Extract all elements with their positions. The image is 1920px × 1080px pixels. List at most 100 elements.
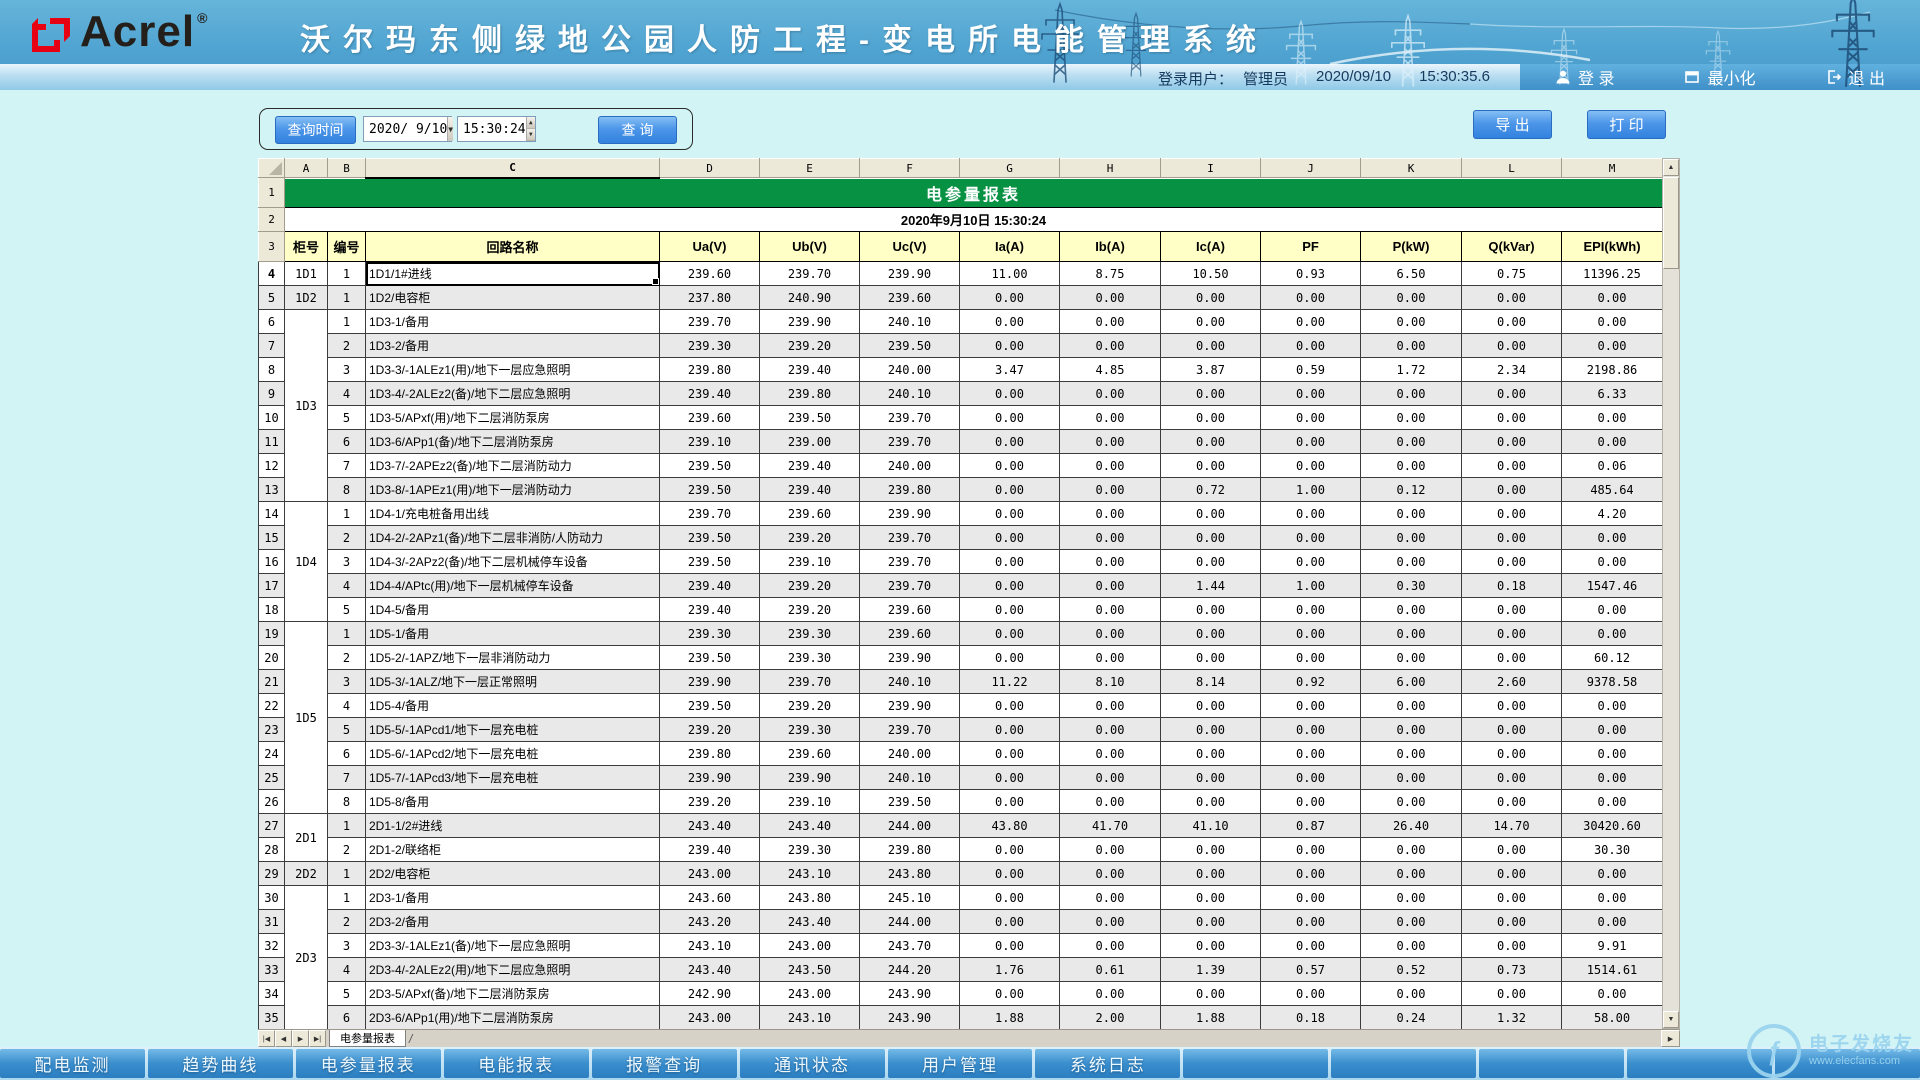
cell[interactable]: 0.00	[1060, 406, 1161, 430]
cell[interactable]: 0.00	[960, 982, 1060, 1006]
cell[interactable]: 0.00	[1261, 526, 1361, 550]
circuit-no-cell[interactable]: 5	[328, 598, 366, 622]
cell[interactable]: 0.00	[1261, 382, 1361, 406]
cell[interactable]: 239.50	[660, 694, 760, 718]
column-title-cell[interactable]: Ib(A)	[1060, 232, 1161, 262]
cell[interactable]: 1.00	[1261, 478, 1361, 502]
cell[interactable]: 0.00	[1562, 550, 1663, 574]
cell[interactable]: 0.00	[1462, 622, 1562, 646]
cell[interactable]: 239.50	[660, 526, 760, 550]
circuit-no-cell[interactable]: 1	[328, 310, 366, 334]
circuit-name-cell[interactable]: 1D3-3/-1ALEz1(用)/地下一层应急照明	[366, 358, 660, 382]
column-title-cell[interactable]: P(kW)	[1361, 232, 1462, 262]
cell[interactable]: 0.00	[1161, 694, 1261, 718]
circuit-name-cell[interactable]: 1D4-3/-2APz2(备)/地下二层机械停车设备	[366, 550, 660, 574]
cell[interactable]: 0.75	[1462, 262, 1562, 286]
cell[interactable]: 1.76	[960, 958, 1060, 982]
cell[interactable]: 0.00	[1361, 622, 1462, 646]
circuit-no-cell[interactable]: 3	[328, 550, 366, 574]
circuit-no-cell[interactable]: 2	[328, 838, 366, 862]
cell[interactable]: 239.60	[760, 502, 860, 526]
column-title-cell[interactable]: 编号	[328, 232, 366, 262]
cell[interactable]: 239.20	[660, 790, 760, 814]
cell[interactable]: 239.10	[760, 790, 860, 814]
column-header-D[interactable]: D	[660, 159, 760, 178]
cell[interactable]: 0.00	[960, 526, 1060, 550]
column-header-G[interactable]: G	[960, 159, 1060, 178]
cell[interactable]: 0.00	[1060, 574, 1161, 598]
row-header[interactable]: 13	[259, 478, 285, 502]
circuit-no-cell[interactable]: 1	[328, 262, 366, 286]
cell[interactable]: 0.00	[1261, 430, 1361, 454]
circuit-name-cell[interactable]: 1D5-1/备用	[366, 622, 660, 646]
cell[interactable]: 239.70	[860, 574, 960, 598]
column-title-cell[interactable]: Uc(V)	[860, 232, 960, 262]
cell[interactable]: 0.00	[1060, 742, 1161, 766]
cell[interactable]: 239.70	[660, 502, 760, 526]
cell[interactable]: 0.00	[1462, 550, 1562, 574]
cell[interactable]: 0.00	[1361, 742, 1462, 766]
cell[interactable]: 0.00	[1261, 406, 1361, 430]
cell[interactable]: 0.00	[1060, 934, 1161, 958]
cabinet-cell[interactable]: 2D3	[285, 886, 328, 1030]
circuit-name-cell[interactable]: 2D3-5/APxf(备)/地下二层消防泵房	[366, 982, 660, 1006]
cell[interactable]: 60.12	[1562, 646, 1663, 670]
column-title-cell[interactable]: EPI(kWh)	[1562, 232, 1663, 262]
cell[interactable]: 1.00	[1261, 574, 1361, 598]
cell[interactable]: 244.20	[860, 958, 960, 982]
circuit-name-cell[interactable]: 1D5-7/-1APcd3/地下一层充电桩	[366, 766, 660, 790]
cabinet-cell[interactable]: 1D2	[285, 286, 328, 310]
cell[interactable]: 6.33	[1562, 382, 1663, 406]
cell[interactable]: 0.00	[1261, 622, 1361, 646]
report-datetime-cell[interactable]: 2020年9月10日 15:30:24	[285, 208, 1663, 232]
circuit-name-cell[interactable]: 2D1-1/2#进线	[366, 814, 660, 838]
cell[interactable]: 239.50	[860, 334, 960, 358]
cell[interactable]: 239.50	[660, 454, 760, 478]
circuit-name-cell[interactable]: 1D2/电容柜	[366, 286, 660, 310]
cell[interactable]: 0.00	[1261, 766, 1361, 790]
cell[interactable]: 239.70	[860, 430, 960, 454]
cell[interactable]: 0.00	[1261, 718, 1361, 742]
circuit-name-cell[interactable]: 1D3-8/-1APEz1(用)/地下一层消防动力	[366, 478, 660, 502]
circuit-name-cell[interactable]: 2D2/电容柜	[366, 862, 660, 886]
cell[interactable]: 0.00	[1060, 286, 1161, 310]
cell[interactable]: 239.50	[760, 406, 860, 430]
cell[interactable]: 239.20	[760, 694, 860, 718]
nav-item-2[interactable]: 趋势曲线	[148, 1049, 293, 1078]
cell[interactable]: 0.00	[1261, 646, 1361, 670]
row-header[interactable]: 28	[259, 838, 285, 862]
cell[interactable]: 14.70	[1462, 814, 1562, 838]
cell[interactable]: 0.00	[1161, 526, 1261, 550]
cell[interactable]: 0.00	[960, 310, 1060, 334]
row-header[interactable]: 29	[259, 862, 285, 886]
cell[interactable]: 0.87	[1261, 814, 1361, 838]
cell[interactable]: 239.50	[860, 790, 960, 814]
nav-item-8[interactable]: 系统日志	[1035, 1049, 1180, 1078]
cell[interactable]: 239.40	[660, 382, 760, 406]
cell[interactable]: 0.00	[1462, 982, 1562, 1006]
row-header[interactable]: 33	[259, 958, 285, 982]
cell[interactable]: 485.64	[1562, 478, 1663, 502]
cell[interactable]: 239.90	[660, 766, 760, 790]
cell[interactable]: 0.00	[1562, 286, 1663, 310]
cell[interactable]: 240.10	[860, 310, 960, 334]
circuit-name-cell[interactable]: 1D3-2/备用	[366, 334, 660, 358]
cell[interactable]: 0.00	[1462, 790, 1562, 814]
cell[interactable]: 0.00	[960, 694, 1060, 718]
row-header[interactable]: 22	[259, 694, 285, 718]
cell[interactable]: 239.90	[860, 646, 960, 670]
cell[interactable]: 0.00	[1261, 334, 1361, 358]
cell[interactable]: 0.00	[1462, 478, 1562, 502]
cabinet-cell[interactable]: 1D3	[285, 310, 328, 502]
cell[interactable]: 243.40	[660, 958, 760, 982]
cell[interactable]: 239.50	[660, 646, 760, 670]
cell[interactable]: 239.80	[860, 478, 960, 502]
cell[interactable]: 243.60	[660, 886, 760, 910]
circuit-no-cell[interactable]: 4	[328, 382, 366, 406]
cell[interactable]: 3.87	[1161, 358, 1261, 382]
cell[interactable]: 0.00	[1261, 502, 1361, 526]
cell[interactable]: 0.00	[1261, 286, 1361, 310]
cell[interactable]: 239.90	[860, 262, 960, 286]
cabinet-cell[interactable]: 1D5	[285, 622, 328, 814]
cell[interactable]: 0.00	[960, 406, 1060, 430]
